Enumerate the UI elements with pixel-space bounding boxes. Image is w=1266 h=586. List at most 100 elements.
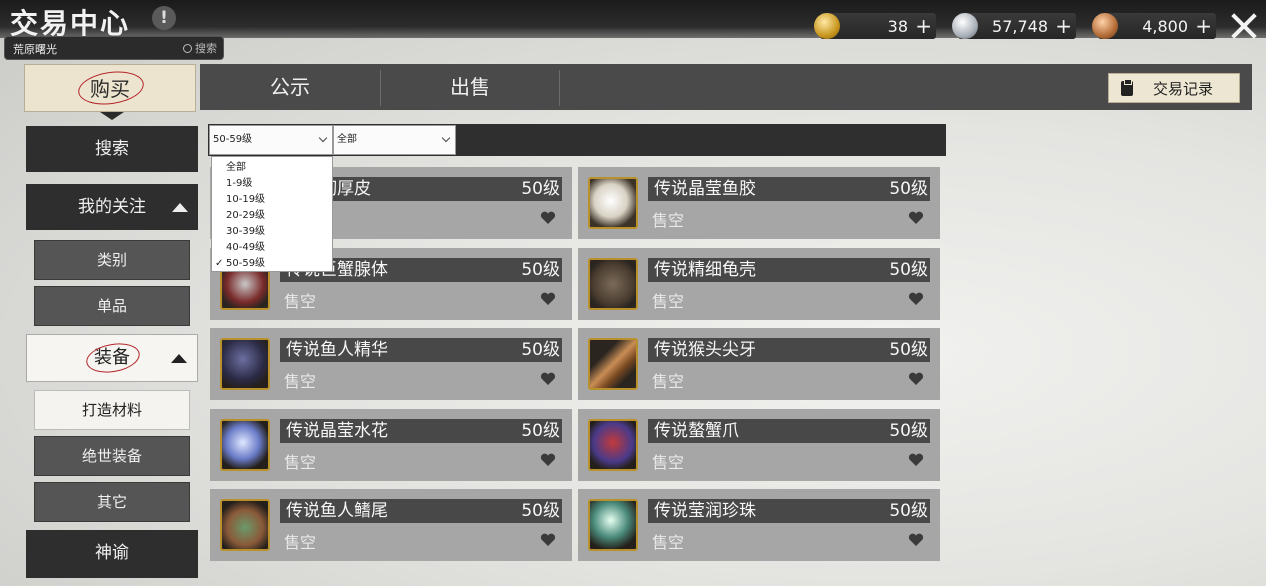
- item-status: 售空: [652, 211, 685, 230]
- heart-icon[interactable]: [908, 453, 924, 467]
- level-option[interactable]: 10-19级: [212, 192, 332, 208]
- item-card[interactable]: 传说猴头尖牙 50级 售空: [578, 328, 940, 400]
- item-card[interactable]: 传说莹润珍珠 50级售空: [578, 489, 940, 561]
- item-name: 传说精细龟壳: [654, 259, 756, 280]
- item-status: 售空: [652, 372, 685, 391]
- check-icon: ✓: [215, 258, 224, 269]
- sidebar-item-single[interactable]: 单品: [34, 286, 190, 326]
- heart-icon[interactable]: [540, 292, 556, 306]
- heart-icon[interactable]: [540, 533, 556, 547]
- option-label: 1-9级: [226, 178, 253, 189]
- tab-notice[interactable]: 公示: [200, 64, 380, 110]
- tab-sell[interactable]: 出售: [381, 64, 559, 110]
- item-name: 传说鱼人鳍尾: [286, 501, 388, 521]
- type-select-value: 全部: [337, 134, 357, 145]
- level-option[interactable]: 30-39级: [212, 224, 332, 240]
- item-level: 50级: [521, 179, 560, 199]
- item-card[interactable]: 传说鱼人精华 50级 售空: [210, 328, 572, 400]
- sidebar-item-crafting[interactable]: 打造材料: [34, 390, 190, 430]
- sidebar-item-other[interactable]: 其它: [34, 482, 190, 522]
- level-select[interactable]: 50-59级: [209, 125, 333, 155]
- level-option[interactable]: 40-49级: [212, 240, 332, 256]
- chevron-down-icon: [441, 133, 451, 143]
- sidebar-item-oracle[interactable]: 神谕: [26, 530, 198, 578]
- item-card[interactable]: 传说鱼人鳍尾 50级 售空: [210, 489, 572, 561]
- item-status: 售空: [284, 372, 317, 391]
- item-card[interactable]: 传说精细龟壳 50级 售空: [578, 247, 940, 320]
- heart-icon[interactable]: [540, 453, 556, 467]
- item-status: 售空: [652, 452, 685, 472]
- item-name: 传说莹润珍珠: [654, 501, 756, 521]
- top-bar: [0, 0, 1266, 38]
- option-label: 50-59级: [226, 258, 266, 269]
- tab-pointer: [100, 112, 124, 120]
- add-gold-button[interactable]: +: [915, 15, 932, 37]
- option-label: 10-19级: [226, 194, 266, 205]
- bronze-coin-icon: [1092, 13, 1118, 39]
- search-button-label: 搜索: [195, 42, 217, 55]
- item-name: 传说螯蟹爪: [654, 420, 739, 441]
- search-icon: [183, 44, 192, 53]
- search-value: 荒原曙光: [13, 43, 57, 56]
- trade-records-label: 交易记录: [1153, 80, 1214, 98]
- level-option[interactable]: 全部: [212, 160, 332, 176]
- item-level: 50级: [889, 179, 928, 199]
- item-level: 50级: [521, 340, 560, 360]
- gold-amount: 38: [887, 17, 908, 36]
- level-dropdown: 全部 1-9级 10-19级 20-29级 30-39级 40-49级 ✓ 50-…: [211, 156, 333, 272]
- heart-icon[interactable]: [908, 533, 924, 547]
- silver-coin-icon: [952, 13, 978, 39]
- silver-amount: 57,748: [992, 17, 1048, 36]
- search-button[interactable]: 搜索: [183, 40, 217, 56]
- level-option[interactable]: 20-29级: [212, 208, 332, 224]
- chevron-up-icon: [172, 203, 188, 212]
- sidebar-item-category[interactable]: 类别: [34, 240, 190, 280]
- item-level: 50级: [889, 340, 928, 360]
- item-status: 售空: [284, 452, 317, 472]
- item-level: 50级: [889, 501, 928, 521]
- heart-icon[interactable]: [540, 211, 556, 225]
- water-splash-icon: [220, 418, 270, 471]
- currency-gold: 38 +: [814, 13, 936, 39]
- item-card[interactable]: 传说晶莹鱼胶 50级售空: [578, 167, 940, 239]
- item-level: 50级: [521, 259, 560, 280]
- heart-icon[interactable]: [908, 372, 924, 386]
- trade-records-button[interactable]: 交易记录: [1108, 73, 1240, 103]
- item-status: 售空: [652, 533, 685, 552]
- currency-bronze: 4,800 +: [1092, 13, 1216, 39]
- item-card[interactable]: 传说晶莹水花 50级售空: [210, 408, 572, 481]
- chevron-down-icon: [318, 133, 328, 143]
- sidebar-item-peerless[interactable]: 绝世装备: [34, 436, 190, 476]
- info-icon[interactable]: !: [152, 6, 176, 30]
- item-status: 售空: [652, 291, 685, 311]
- level-option[interactable]: 1-9级: [212, 176, 332, 192]
- add-bronze-button[interactable]: +: [1195, 15, 1212, 37]
- option-label: 30-39级: [226, 226, 266, 237]
- fish-glue-icon: [588, 177, 638, 229]
- sidebar-item-favorites[interactable]: 我的关注: [26, 184, 198, 230]
- item-level: 50级: [889, 420, 928, 441]
- option-label: 40-49级: [226, 242, 266, 253]
- type-select[interactable]: 全部: [333, 125, 456, 155]
- item-name: 传说晶莹鱼胶: [654, 179, 756, 199]
- sidebar-favorites-label: 我的关注: [78, 197, 146, 217]
- heart-icon[interactable]: [540, 372, 556, 386]
- gold-coin-icon: [814, 13, 840, 39]
- sidebar-item-search[interactable]: 搜索: [26, 126, 198, 172]
- heart-icon[interactable]: [908, 211, 924, 225]
- tab-divider: [559, 70, 560, 106]
- item-level: 50级: [521, 420, 560, 441]
- pearl-icon: [588, 499, 638, 551]
- close-icon[interactable]: [1230, 12, 1258, 40]
- heart-icon[interactable]: [908, 292, 924, 306]
- chevron-up-icon: [171, 354, 187, 363]
- item-name: 传说晶莹水花: [286, 420, 388, 441]
- item-card[interactable]: 传说螯蟹爪 50级售空: [578, 408, 940, 481]
- search-input[interactable]: 荒原曙光 搜索: [4, 36, 224, 60]
- currency-silver: 57,748 +: [952, 13, 1076, 39]
- fin-tail-icon: [220, 499, 270, 551]
- add-silver-button[interactable]: +: [1055, 15, 1072, 37]
- fang-icon: [588, 338, 638, 390]
- level-option-selected[interactable]: ✓ 50-59级: [212, 256, 332, 272]
- item-status: 售空: [284, 533, 317, 552]
